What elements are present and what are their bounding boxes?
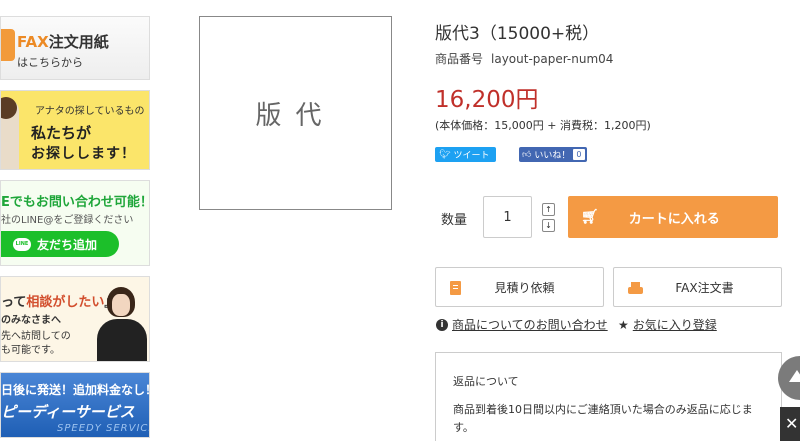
fax-order-form-label: FAX注文書 (675, 280, 734, 295)
search-service-banner[interactable]: アナタの探しているもの 私たちが お探しします！ (0, 90, 150, 170)
close-icon: ✕ (785, 414, 799, 433)
close-button[interactable]: ✕ (780, 407, 800, 441)
like-label: いいね！ (534, 151, 571, 161)
line-contact-banner[interactable]: Eでもお問い合わせ可能！ 社のLINE@をご登録ください LINE 友だち追加 (0, 180, 150, 266)
price-breakdown: (本体価格：15,000円 + 消費税：1,200円) (435, 119, 651, 132)
consult-banner-line4: も可能です。 (1, 345, 60, 356)
quantity-label: 数量 (441, 213, 468, 228)
product-inquiry-label: 商品についてのお問い合わせ (452, 318, 608, 332)
fax-banner-title: FAX注文用紙 (17, 33, 109, 51)
speedy-banner-line1: 日後に発送！追加料金なし！ (1, 383, 150, 397)
tweet-label: ツイート (453, 151, 490, 161)
product-code: 商品番号 layout-paper-num04 (435, 50, 613, 67)
fax-icon (1, 29, 15, 61)
thumbs-up-icon: 👍︎ (522, 149, 532, 160)
product-code-value: layout-paper-num04 (491, 52, 614, 66)
search-banner-line1: アナタの探しているもの (35, 106, 145, 117)
line-add-friend-button[interactable]: LINE 友だち追加 (1, 231, 119, 257)
facebook-like-button[interactable]: 👍︎ いいね！ 0 (519, 147, 587, 162)
add-favorite-label: お気に入り登録 (632, 318, 717, 332)
consult-banner-line3: 先へ訪問しての (1, 331, 71, 342)
tweet-button[interactable]: 🐦︎ ツイート (435, 147, 496, 162)
product-title: 版代3（15000+税） (435, 24, 600, 44)
cart-icon: 🛒︎ (581, 209, 599, 225)
consult-banner-line2: のみなさまへ (1, 315, 61, 326)
line-icon: LINE (13, 237, 31, 251)
consultation-banner[interactable]: って相談がしたい』 のみなさまへ 先へ訪問しての も可能です。 (0, 276, 150, 362)
product-image: 版代 (199, 16, 392, 210)
star-icon: ★ (618, 317, 629, 332)
quote-request-button[interactable]: 見積り依頼 (435, 267, 604, 307)
quote-request-label: 見積り依頼 (494, 280, 555, 295)
info-icon: i (436, 318, 448, 331)
consultant-photo (93, 285, 149, 361)
product-image-text: 版代 (255, 100, 336, 131)
returns-policy-box: 返品について 商品到着後10日間以内にご連絡頂いた場合のみ返品に応じます。 (435, 352, 782, 441)
search-banner-line2: 私たちが (31, 124, 92, 142)
speedy-banner-line2: ピーディーサービス (1, 403, 135, 421)
line-banner-line2: 社のLINE@をご登録ください (1, 215, 134, 226)
quantity-input[interactable] (483, 196, 532, 238)
add-to-cart-button[interactable]: 🛒︎ カートに入れる (568, 196, 778, 238)
arrow-up-icon (789, 370, 800, 382)
quantity-decrement-button[interactable]: ↓ (542, 219, 555, 232)
fax-order-banner[interactable]: FAX注文用紙 はこちらから (0, 16, 150, 80)
speedy-service-banner[interactable]: 日後に発送！追加料金なし！ ピーディーサービス SPEEDY SERVICE (0, 372, 150, 438)
search-banner-line3: お探しします！ (31, 146, 136, 162)
line-banner-line1: Eでもお問い合わせ可能！ (1, 195, 150, 210)
like-count: 0 (573, 149, 585, 160)
twitter-bird-icon: 🐦︎ (439, 149, 451, 160)
product-inquiry-link[interactable]: i 商品についてのお問い合わせ (436, 316, 608, 333)
add-favorite-link[interactable]: ★ お気に入り登録 (618, 316, 717, 333)
line-add-friend-label: 友だち追加 (37, 237, 98, 252)
add-to-cart-label: カートに入れる (628, 211, 720, 227)
product-price: 16,200円 (435, 87, 539, 113)
fax-order-form-button[interactable]: FAX注文書 (613, 267, 782, 307)
speedy-banner-line3: SPEEDY SERVICE (57, 423, 150, 434)
product-code-label: 商品番号 (435, 52, 484, 66)
fax-banner-subtitle: はこちらから (17, 56, 83, 69)
returns-title: 返品について (453, 375, 519, 388)
staff-photo (1, 97, 19, 169)
returns-body: 商品到着後10日間以内にご連絡頂いた場合のみ返品に応じます。 (453, 403, 753, 434)
quantity-increment-button[interactable]: ↑ (542, 203, 555, 216)
